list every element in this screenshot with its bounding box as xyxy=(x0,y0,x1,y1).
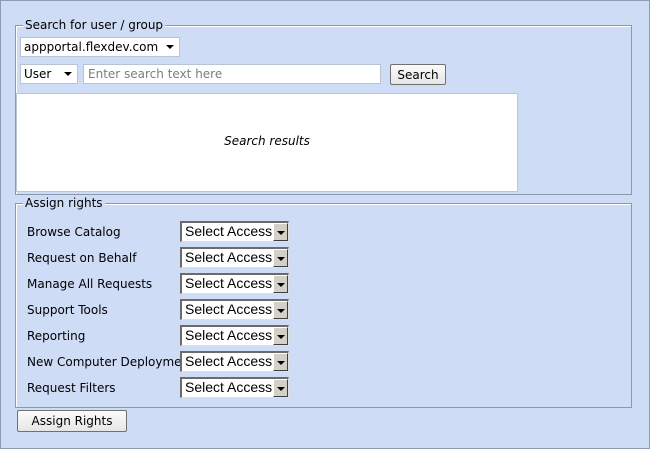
right-label-manage-all-requests: Manage All Requests xyxy=(27,277,153,291)
user-rights-window: Search for user / group appportal.flexde… xyxy=(0,0,650,449)
access-select-value: Select Access xyxy=(185,275,273,291)
right-label-reporting: Reporting xyxy=(27,329,86,343)
dropdown-arrow-icon[interactable] xyxy=(273,379,288,397)
search-button[interactable]: Search xyxy=(390,64,446,85)
right-label-request-filters: Request Filters xyxy=(27,381,116,395)
domain-select-value: appportal.flexdev.com xyxy=(24,40,159,54)
dropdown-arrow-icon[interactable] xyxy=(273,327,288,345)
access-select-manage-all-requests[interactable]: Select Access xyxy=(180,273,289,294)
search-type-value: User xyxy=(24,67,52,81)
access-select-request-on-behalf[interactable]: Select Access xyxy=(180,247,289,268)
access-select-reporting[interactable]: Select Access xyxy=(180,325,289,346)
search-results-placeholder: Search results xyxy=(224,134,310,148)
right-label-new-computer-deployment: New Computer Deployment xyxy=(27,355,194,369)
access-select-browse-catalog[interactable]: Select Access xyxy=(180,221,289,242)
assign-rights-legend: Assign rights xyxy=(23,196,105,211)
search-input[interactable] xyxy=(83,64,381,84)
dropdown-arrow-icon[interactable] xyxy=(273,353,288,371)
dropdown-arrow-icon[interactable] xyxy=(273,301,288,319)
search-type-select[interactable]: User xyxy=(20,64,78,84)
assign-rights-button[interactable]: Assign Rights xyxy=(17,410,127,432)
access-select-value: Select Access xyxy=(185,301,273,317)
search-group-legend: Search for user / group xyxy=(23,18,166,33)
access-select-request-filters[interactable]: Select Access xyxy=(180,377,289,398)
access-select-new-computer-deployment[interactable]: Select Access xyxy=(180,351,289,372)
right-label-support-tools: Support Tools xyxy=(27,303,108,317)
right-label-browse-catalog: Browse Catalog xyxy=(27,225,121,239)
search-results-list[interactable]: Search results xyxy=(16,93,518,192)
domain-select[interactable]: appportal.flexdev.com xyxy=(20,37,180,57)
right-label-request-on-behalf: Request on Behalf xyxy=(27,251,137,265)
access-select-support-tools[interactable]: Select Access xyxy=(180,299,289,320)
dropdown-arrow-icon[interactable] xyxy=(273,275,288,293)
chevron-down-icon xyxy=(166,45,174,49)
dropdown-arrow-icon[interactable] xyxy=(273,249,288,267)
access-select-value: Select Access xyxy=(185,223,273,239)
chevron-down-icon xyxy=(64,72,72,76)
access-select-value: Select Access xyxy=(185,353,273,369)
access-select-value: Select Access xyxy=(185,249,273,265)
dropdown-arrow-icon[interactable] xyxy=(273,223,288,241)
access-select-value: Select Access xyxy=(185,327,273,343)
access-select-value: Select Access xyxy=(185,379,273,395)
